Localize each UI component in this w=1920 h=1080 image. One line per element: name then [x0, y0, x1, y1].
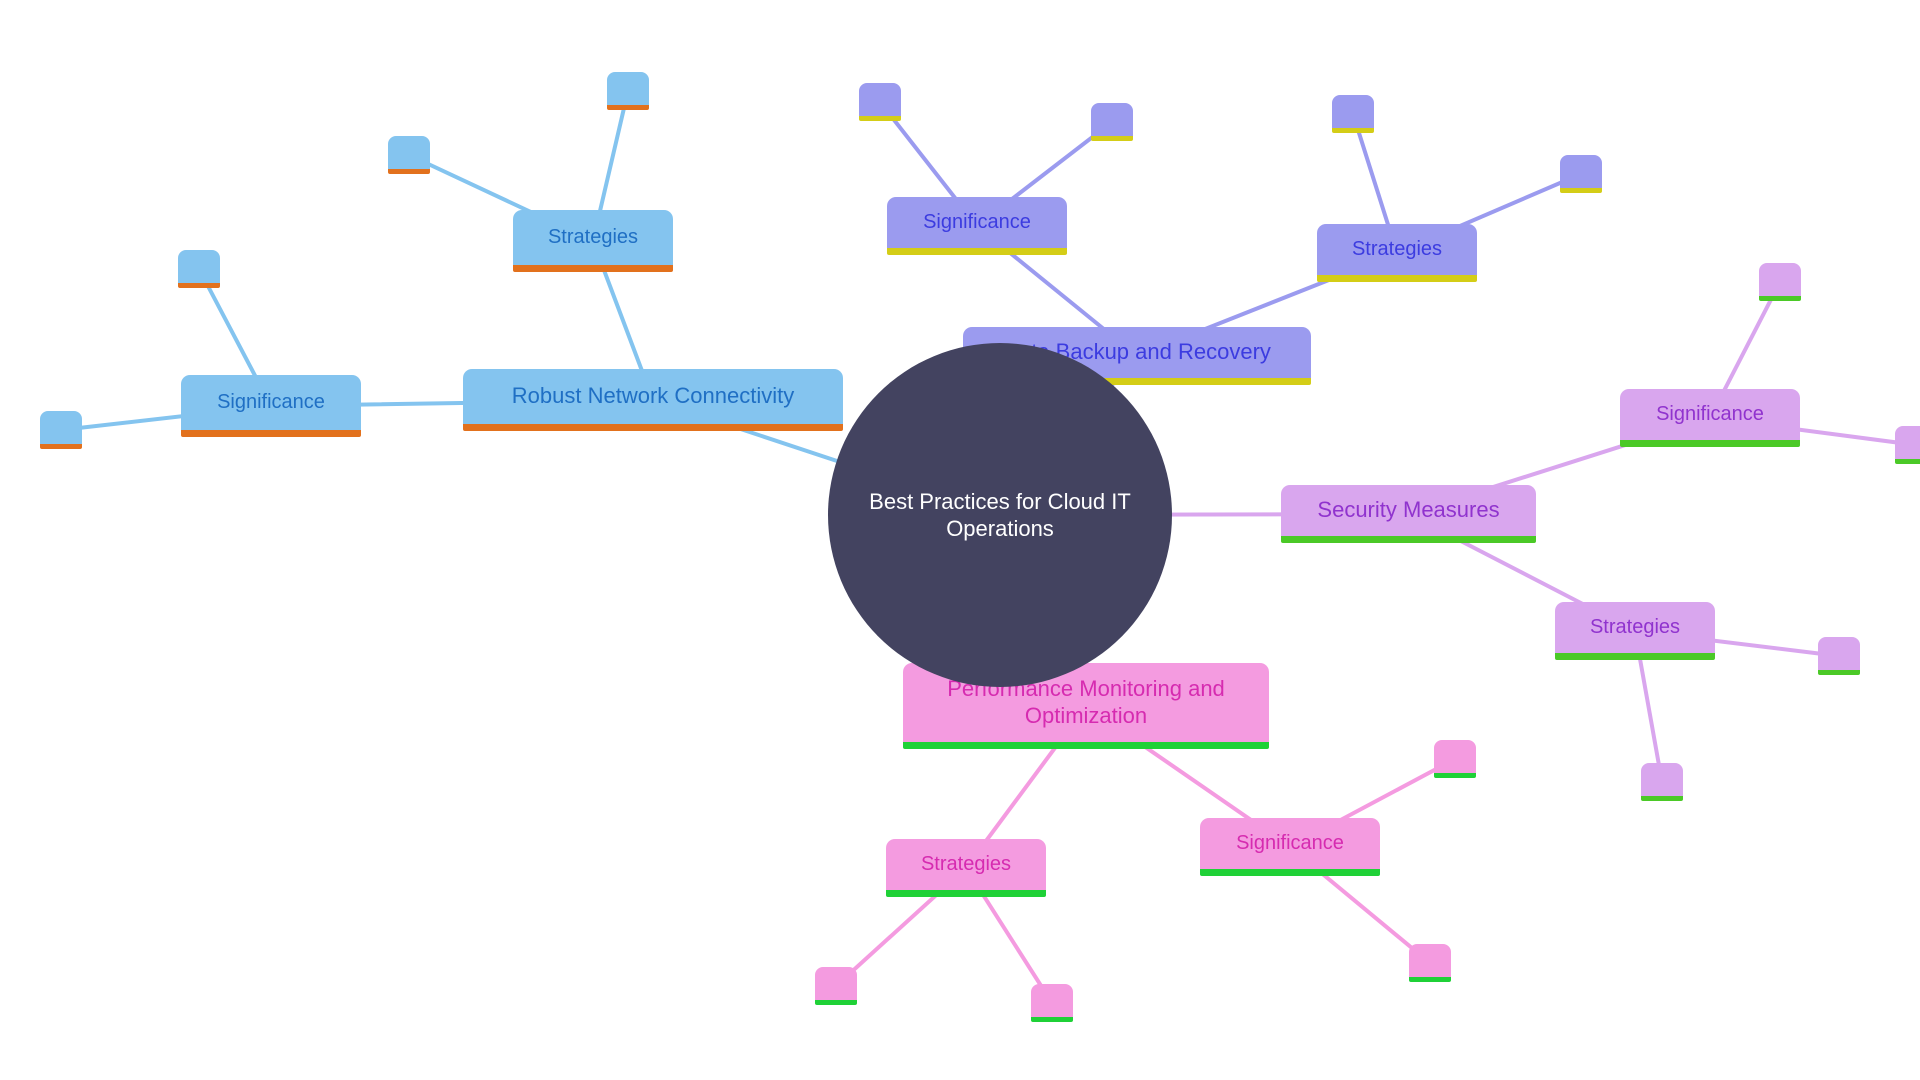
node-label: Significance: [217, 391, 325, 414]
sub-node-sec-strategies[interactable]: Strategies: [1555, 602, 1715, 660]
sub-node-rnc-significance[interactable]: Significance: [181, 375, 361, 437]
leaf-node-dbr-str-leaf-1[interactable]: [1332, 95, 1374, 133]
root-node-label: Best Practices for Cloud IT Operations: [869, 488, 1131, 542]
node-label: Significance: [923, 211, 1031, 234]
leaf-node-perf-sig-leaf-1[interactable]: [1434, 740, 1476, 778]
leaf-node-dbr-str-leaf-2[interactable]: [1560, 155, 1602, 193]
node-label: Strategies: [1589, 616, 1681, 639]
leaf-node-sec-str-leaf-1[interactable]: [1818, 637, 1860, 675]
leaf-node-perf-sig-leaf-2[interactable]: [1409, 944, 1451, 982]
sub-node-perf-strategies[interactable]: Strategies: [886, 839, 1046, 897]
leaf-node-rnc-str-leaf-1[interactable]: [388, 136, 430, 174]
node-label: Significance: [1656, 403, 1764, 426]
node-label: Significance: [1236, 832, 1344, 855]
leaf-node-rnc-sig-leaf-1[interactable]: [40, 411, 82, 449]
leaf-node-dbr-sig-leaf-2[interactable]: [1091, 103, 1133, 141]
node-label: Robust Network Connectivity: [511, 383, 795, 409]
leaf-node-rnc-str-leaf-2[interactable]: [607, 72, 649, 110]
leaf-node-dbr-sig-leaf-1[interactable]: [859, 83, 901, 121]
leaf-node-sec-sig-leaf-1[interactable]: [1759, 263, 1801, 301]
sub-node-dbr-strategies[interactable]: Strategies: [1317, 224, 1477, 282]
sub-node-sec-significance[interactable]: Significance: [1620, 389, 1800, 447]
sub-node-dbr-significance[interactable]: Significance: [887, 197, 1067, 255]
leaf-node-perf-str-leaf-1[interactable]: [815, 967, 857, 1005]
mind-map-canvas: Robust Network Connectivity Significance S…: [0, 0, 1920, 1080]
branch-node-robust-network-connectivity[interactable]: Robust Network Connectivity: [463, 369, 843, 431]
node-label: Strategies: [1351, 238, 1443, 261]
node-label: Strategies: [920, 853, 1012, 876]
leaf-node-sec-str-leaf-2[interactable]: [1641, 763, 1683, 801]
leaf-node-sec-sig-leaf-2[interactable]: [1895, 426, 1920, 464]
node-label: Strategies: [547, 226, 639, 249]
sub-node-perf-significance[interactable]: Significance: [1200, 818, 1380, 876]
leaf-node-rnc-sig-leaf-2[interactable]: [178, 250, 220, 288]
node-label: Security Measures: [1317, 497, 1500, 523]
sub-node-rnc-strategies[interactable]: Strategies: [513, 210, 673, 272]
branch-node-security-measures[interactable]: Security Measures: [1281, 485, 1536, 543]
root-node[interactable]: Best Practices for Cloud IT Operations: [828, 343, 1172, 687]
leaf-node-perf-str-leaf-2[interactable]: [1031, 984, 1073, 1022]
